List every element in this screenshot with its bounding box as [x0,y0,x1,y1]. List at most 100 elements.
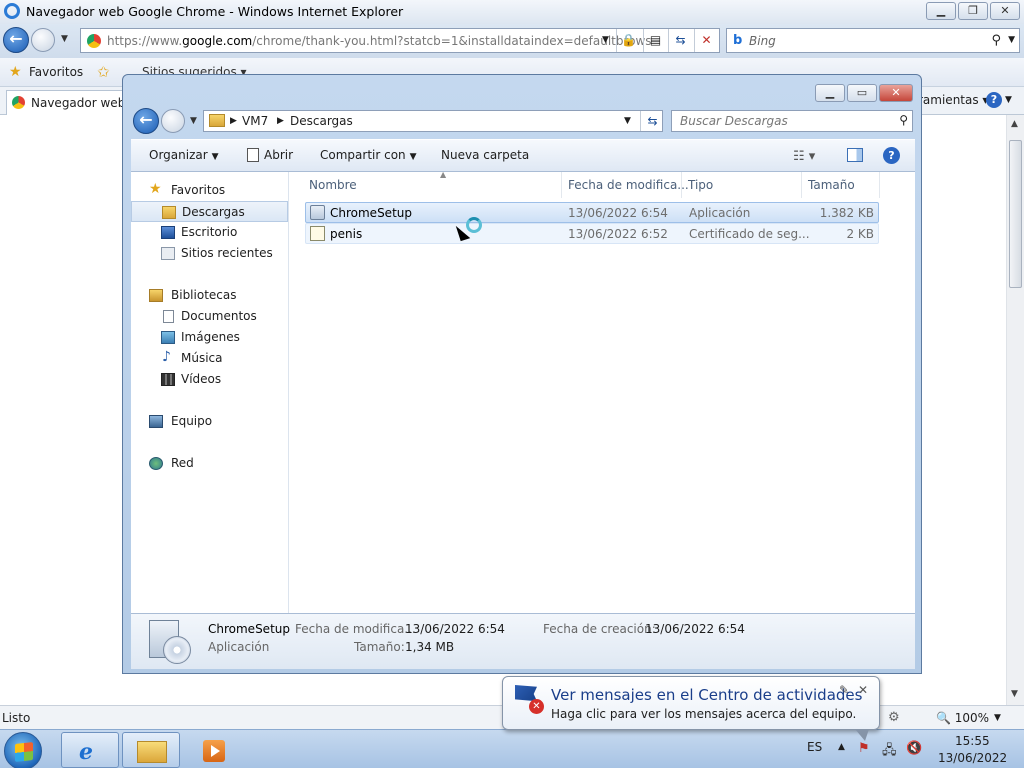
file-name: ChromeSetup [330,206,412,220]
nav-recent-places[interactable]: Sitios recientes [131,243,288,264]
refresh-icon[interactable]: ⇆ [668,29,692,52]
file-row-penis[interactable]: penis 13/06/2022 6:52 Certificado de seg… [305,223,879,244]
ie-search-box[interactable]: b Bing ⚲ ▼ [726,28,1020,53]
nav-label: Red [171,456,194,470]
nav-label: Favoritos [171,183,226,197]
ie-minimize-button[interactable]: ▁ [926,2,956,20]
search-icon[interactable]: ⚲ [991,33,1001,48]
details-size-label: Tamaño: [354,640,405,654]
action-center-flag-icon[interactable]: ⚑ [858,741,870,756]
help-dropdown-icon[interactable]: ▼ [1005,95,1012,105]
favorites-button[interactable]: Favoritos [29,65,83,79]
organize-button[interactable]: Organizar ▼ [149,148,219,162]
address-dropdown-icon[interactable]: ▼ [624,116,631,126]
open-icon[interactable] [247,148,259,162]
column-header-date[interactable]: Fecha de modifica... [562,172,689,198]
refresh-icon[interactable]: ⇆ [640,111,664,131]
help-icon[interactable]: ? [986,92,1002,108]
nav-label: Descargas [182,205,245,219]
nav-label: Escritorio [181,225,238,239]
explorer-minimize-button[interactable]: ▁ [815,84,845,102]
breadcrumb-vm7[interactable]: VM7 [242,114,268,128]
taskbar-ie-button[interactable]: e [61,732,119,768]
tools-menu[interactable]: ramientas ▾ [918,93,988,107]
ie-history-dropdown-icon[interactable]: ▼ [61,34,68,44]
details-pane: ChromeSetup Aplicación Fecha de modifica… [131,613,915,669]
breadcrumb-separator-icon[interactable]: ▶ [230,116,237,126]
breadcrumb-descargas[interactable]: Descargas [290,114,353,128]
explorer-navigation-bar: ← ▼ ▶ VM7 ▶ Descargas ▼ ⇆ Buscar Descarg… [131,105,915,137]
explorer-maximize-button[interactable]: ▭ [847,84,877,102]
scroll-up-icon[interactable]: ▲ [1011,119,1018,129]
ie-close-button[interactable]: ✕ [990,2,1020,20]
nav-music[interactable]: ♪ Música [131,348,288,369]
search-dropdown-icon[interactable]: ▼ [1008,35,1015,45]
media-player-icon [203,740,225,762]
options-wrench-icon[interactable]: ✎ [839,683,849,697]
start-button[interactable] [4,732,42,768]
scroll-thumb[interactable] [1009,140,1022,288]
column-header-type[interactable]: Tipo [682,172,802,198]
preview-pane-icon[interactable] [847,148,863,162]
nav-network[interactable]: Red [131,453,288,474]
nav-favorites[interactable]: ★ Favoritos [131,180,288,201]
share-button[interactable]: Compartir con ▼ [320,148,417,162]
nav-downloads[interactable]: Descargas [131,201,288,222]
details-modified-label: Fecha de modifica... [295,622,416,636]
volume-muted-icon[interactable]: 🔇 [906,741,922,756]
explorer-back-button[interactable]: ← [133,108,159,134]
show-hidden-icons-icon[interactable]: ▲ [838,742,845,752]
ie-vertical-scrollbar[interactable]: ▲ ▼ [1006,115,1024,705]
explorer-search-box[interactable]: Buscar Descargas ⚲ [671,110,913,132]
nav-desktop[interactable]: Escritorio [131,222,288,243]
taskbar-explorer-button[interactable] [122,732,180,768]
ie-forward-button[interactable] [31,28,55,52]
column-header-size[interactable]: Tamaño [802,172,880,198]
taskbar-media-player-button[interactable] [183,732,241,768]
scroll-down-icon[interactable]: ▼ [1011,689,1018,699]
compatibility-view-icon[interactable]: ▤ [643,29,667,52]
explorer-search-placeholder[interactable]: Buscar Descargas [680,114,788,128]
stop-icon[interactable]: ✕ [694,29,718,52]
explorer-recent-dropdown-icon[interactable]: ▼ [190,116,197,126]
ie-restore-button[interactable]: ❐ [958,2,988,20]
file-row-chromesetup[interactable]: ChromeSetup 13/06/2022 6:54 Aplicación 1… [305,202,879,223]
file-date: 13/06/2022 6:52 [568,227,668,241]
open-button[interactable]: Abrir [264,148,293,162]
videos-icon [161,373,175,386]
folder-icon [137,741,167,763]
language-indicator[interactable]: ES [807,740,822,754]
explorer-address-bar[interactable]: ▶ VM7 ▶ Descargas ▼ ⇆ [203,110,663,132]
nav-libraries[interactable]: Bibliotecas [131,285,288,306]
breadcrumb-separator-icon[interactable]: ▶ [277,116,284,126]
ie-search-placeholder[interactable]: Bing [749,34,776,48]
ie-address-dropdown-icon[interactable]: ▼ [602,35,609,45]
zoom-dropdown-icon[interactable]: ▼ [994,713,1001,723]
nav-documents[interactable]: Documentos [131,306,288,327]
search-icon[interactable]: ⚲ [899,113,908,127]
protected-mode-icon[interactable]: ⚙ [888,710,900,725]
help-icon[interactable]: ? [883,147,900,164]
nav-computer[interactable]: Equipo [131,411,288,432]
windows-logo-icon [15,742,33,762]
new-folder-button[interactable]: Nueva carpeta [441,148,529,162]
ie-address-bar[interactable]: https://www.google.com/chrome/thank-you.… [80,28,720,53]
favorites-star-icon[interactable]: ★ [9,64,22,80]
clock-time[interactable]: 15:55 [955,734,990,748]
explorer-close-button[interactable]: ✕ [879,84,913,102]
network-tray-icon[interactable]: 🖧 [882,741,897,763]
change-view-icon[interactable]: ☷ ▾ [793,149,815,164]
column-header-name[interactable]: ▲ Nombre [303,170,562,198]
nav-images[interactable]: Imágenes [131,327,288,348]
explorer-forward-button[interactable] [161,109,185,133]
notification-close-button[interactable]: ✕ [858,683,868,697]
ie-back-button[interactable]: ← [3,27,29,53]
lock-icon[interactable]: 🔒 [616,29,640,52]
computer-icon [149,415,163,428]
action-center-notification[interactable]: ✕ Ver mensajes en el Centro de actividad… [502,676,880,741]
zoom-level[interactable]: 🔍 100% [936,711,989,725]
clock-date[interactable]: 13/06/2022 [938,751,1007,765]
ie-url-text[interactable]: https://www.google.com/chrome/thank-you.… [107,34,652,48]
nav-videos[interactable]: Vídeos [131,369,288,390]
add-favorite-icon[interactable]: ✩ [97,63,110,81]
